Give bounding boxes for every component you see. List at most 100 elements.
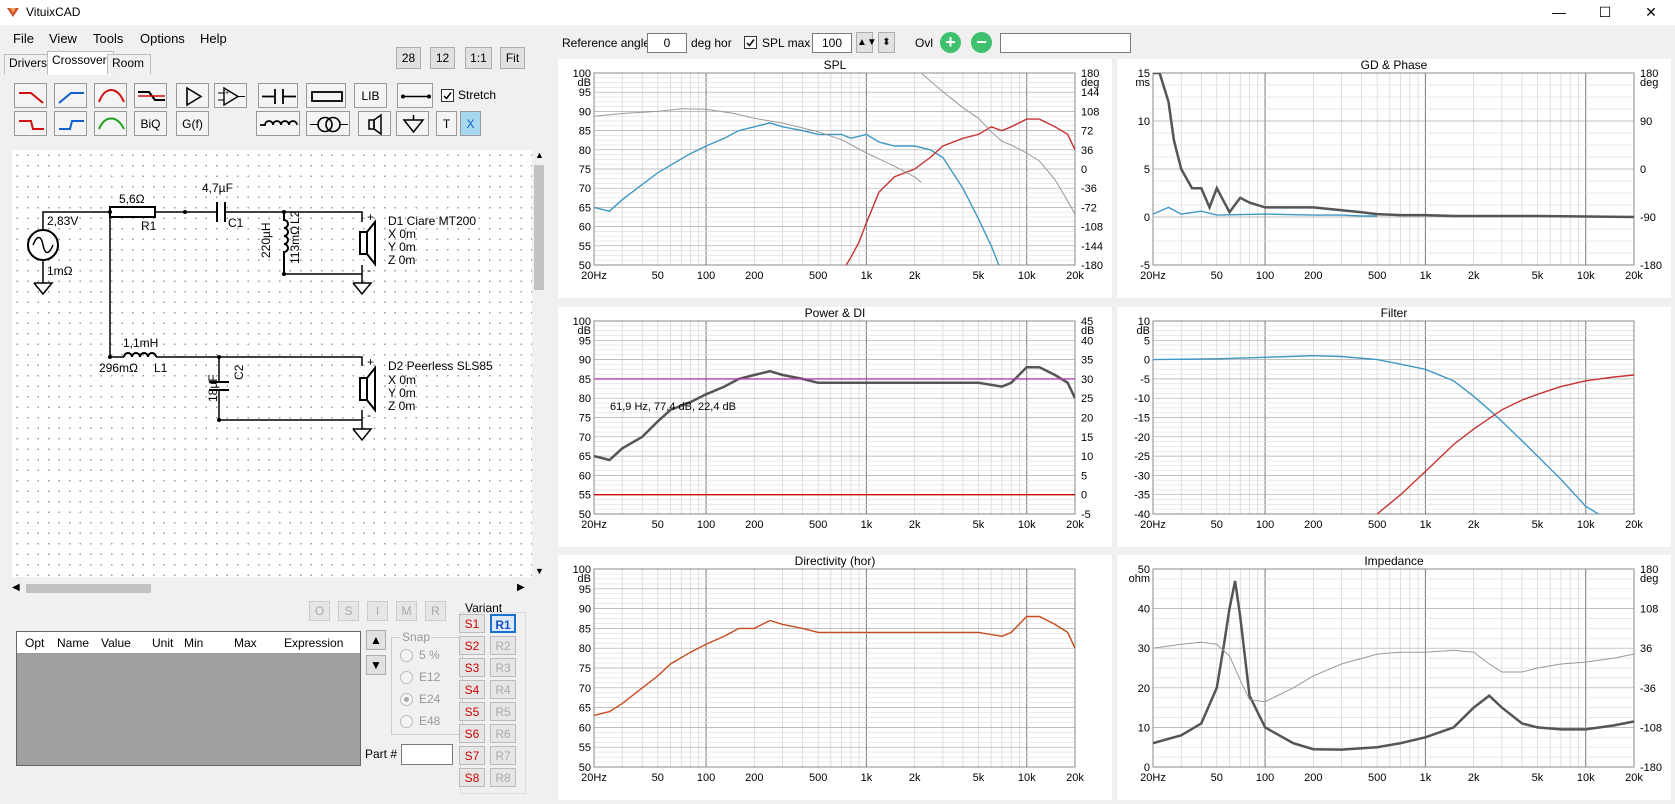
schematic-canvas[interactable]: 2,83V 1mΩ 5,6Ω R1 4,7µF C1 220µH 113mΩ L…	[12, 150, 535, 577]
menu-tools[interactable]: Tools	[93, 31, 123, 46]
remove-overlay-icon[interactable]: −	[971, 32, 992, 53]
ground-tool[interactable]	[396, 111, 429, 136]
tab-room[interactable]: Room	[107, 54, 152, 74]
transformer-tool[interactable]	[306, 111, 350, 136]
filter-graph-panel[interactable]: Filter 10 5 0 -5 -10 -15 -20 -25 -30 -35 -40 dB 20Hz 5…	[1117, 306, 1671, 547]
transfer-function-button[interactable]: G(f)	[176, 111, 209, 136]
variant-r6-button[interactable]: R6	[490, 724, 516, 743]
opt-o-button[interactable]: O	[309, 601, 330, 621]
variant-s7-button[interactable]: S7	[459, 746, 485, 765]
zoom-12-button[interactable]: 12	[430, 47, 455, 69]
snap-e24-radio[interactable]	[400, 693, 413, 706]
close-button[interactable]: ✕	[1628, 0, 1674, 25]
snap-5pct-radio[interactable]	[400, 649, 413, 662]
shelf-tool[interactable]	[134, 83, 167, 108]
tab-crossover[interactable]: Crossover	[47, 51, 114, 75]
l1-inductor[interactable]	[123, 352, 157, 358]
add-overlay-icon[interactable]: +	[940, 32, 961, 53]
d2-speaker-icon[interactable]	[359, 377, 368, 401]
y-tick-label: -20	[1134, 432, 1150, 444]
capacitor-tool[interactable]	[258, 83, 298, 108]
variant-s3-button[interactable]: S3	[459, 658, 485, 677]
lowpass-red-tool[interactable]	[14, 83, 47, 108]
power-di-graph-panel[interactable]: Power & DI 100 95 90 85 80 75 70 65 60 55 50 dB 45 40 3…	[558, 306, 1112, 547]
move-down-button[interactable]: ▼	[366, 655, 386, 675]
scroll-up-icon[interactable]: ▲	[535, 150, 544, 160]
r1-resistor[interactable]	[109, 206, 156, 218]
spl-graph-panel[interactable]: SPL 100 95 90 85 80 75 70 65 60 55 50 dB 180 144 108 72 3…	[558, 58, 1112, 298]
zoom-28-button[interactable]: 28	[396, 47, 421, 69]
spl-max-auto-button[interactable]: ⬍	[878, 32, 895, 53]
gd-phase-graph-panel[interactable]: GD & Phase 15 10 5 0 -5 ms 180 90 0 -90 -180 deg 20Hz…	[1117, 58, 1671, 298]
bandpass-red-tool[interactable]	[94, 83, 127, 108]
schematic-horizontal-scrollbar[interactable]: ◀ ▶	[12, 581, 532, 595]
variant-s1-button[interactable]: S1	[459, 614, 485, 633]
reference-angle-input[interactable]: 0	[647, 33, 687, 53]
biquad-button[interactable]: BiQ	[134, 111, 167, 136]
delete-tool[interactable]: X	[460, 111, 481, 136]
opamp-tool[interactable]: +	[214, 83, 247, 108]
d1-speaker-icon[interactable]	[359, 231, 368, 255]
spl-max-up-button[interactable]: ▲▼	[856, 32, 877, 53]
opt-s-button[interactable]: S	[338, 601, 359, 621]
library-button[interactable]: LIB	[354, 83, 387, 108]
variant-r4-button[interactable]: R4	[490, 680, 516, 699]
menu-view[interactable]: View	[49, 31, 77, 46]
zoom-1to1-button[interactable]: 1:1	[465, 47, 492, 69]
wire-tool[interactable]	[397, 83, 433, 108]
menu-help[interactable]: Help	[200, 31, 227, 46]
x-tick-label: 1k	[1420, 772, 1432, 784]
buffer-tool[interactable]	[176, 83, 209, 108]
y2-tick-label: -108	[1640, 722, 1662, 734]
part-number-input[interactable]	[401, 744, 453, 765]
highpass-blue-tool[interactable]	[54, 83, 87, 108]
variant-s2-button[interactable]: S2	[459, 636, 485, 655]
spl-max-checkbox[interactable]	[744, 36, 757, 49]
lowpass-red-2-tool[interactable]	[14, 111, 47, 136]
speaker-tool[interactable]	[358, 111, 391, 136]
snap-e12-radio[interactable]	[400, 671, 413, 684]
minimize-button[interactable]: —	[1536, 0, 1582, 25]
opt-r-button[interactable]: R	[425, 601, 446, 621]
variant-r2-button[interactable]: R2	[490, 636, 516, 655]
menu-file[interactable]: File	[13, 31, 34, 46]
scroll-down-icon[interactable]: ▼	[535, 566, 544, 576]
variant-r7-button[interactable]: R7	[490, 746, 516, 765]
variant-s4-button[interactable]: S4	[459, 680, 485, 699]
y-tick-label: -15	[1134, 413, 1150, 425]
move-up-button[interactable]: ▲	[366, 630, 386, 650]
highpass-blue-2-tool[interactable]	[54, 111, 87, 136]
snap-e48-radio[interactable]	[400, 715, 413, 728]
inductor-tool[interactable]	[256, 111, 300, 136]
table-header: Opt Name Value Unit Min Max Expression	[17, 632, 360, 654]
y-tick-label: 95	[579, 335, 591, 347]
opt-m-button[interactable]: M	[396, 601, 417, 621]
vertical-scroll-thumb[interactable]	[534, 165, 544, 290]
x-tick-label: 20Hz	[1140, 519, 1166, 531]
variant-s6-button[interactable]: S6	[459, 724, 485, 743]
text-tool[interactable]: T	[436, 111, 457, 136]
variant-s5-button[interactable]: S5	[459, 702, 485, 721]
variant-r5-button[interactable]: R5	[490, 702, 516, 721]
maximize-button[interactable]: ☐	[1582, 0, 1628, 25]
variant-r1-button[interactable]: R1	[490, 614, 516, 633]
variant-r3-button[interactable]: R3	[490, 658, 516, 677]
resistor-tool[interactable]	[306, 83, 346, 108]
variant-r8-button[interactable]: R8	[490, 768, 516, 787]
variant-s8-button[interactable]: S8	[459, 768, 485, 787]
menu-options[interactable]: Options	[140, 31, 185, 46]
spl-max-input[interactable]: 100	[812, 33, 852, 53]
impedance-graph-panel[interactable]: Impedance 50 40 30 20 10 0 ohm 180 108 36 -36 -108 -1…	[1117, 554, 1671, 800]
zoom-fit-button[interactable]: Fit	[500, 47, 525, 69]
optimizer-parameter-table[interactable]: Opt Name Value Unit Min Max Expression	[16, 631, 361, 766]
schematic-vertical-scrollbar[interactable]: ▲ ▼	[532, 150, 546, 577]
scroll-left-icon[interactable]: ◀	[12, 582, 20, 593]
horizontal-scroll-thumb[interactable]	[26, 584, 151, 593]
c1-capacitor[interactable]	[216, 202, 226, 222]
stretch-checkbox[interactable]	[441, 89, 454, 102]
scroll-right-icon[interactable]: ▶	[517, 582, 525, 593]
opt-i-button[interactable]: I	[367, 601, 388, 621]
overlay-name-input[interactable]	[1000, 33, 1131, 53]
directivity-graph-panel[interactable]: Directivity (hor) 100 95 90 85 80 75 70 65 60 55 50…	[558, 554, 1112, 800]
bandpass-green-tool[interactable]	[94, 111, 127, 136]
